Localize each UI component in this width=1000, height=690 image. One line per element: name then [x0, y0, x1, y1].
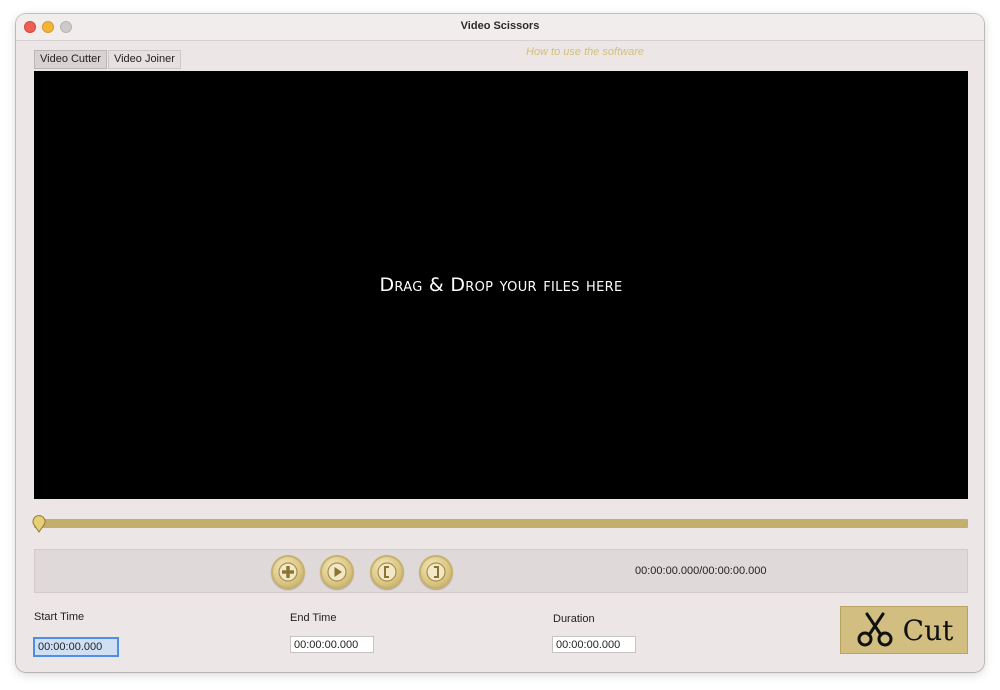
end-time-label: End Time: [290, 612, 337, 624]
play-button[interactable]: [320, 555, 354, 589]
help-link[interactable]: How to use the software: [526, 46, 644, 58]
set-end-button[interactable]: [419, 555, 453, 589]
drop-hint-text: Drag & Drop your files here: [379, 274, 623, 296]
cut-button-label: Cut: [902, 613, 954, 647]
left-bracket-icon: [377, 562, 397, 582]
scissors-icon: [857, 612, 893, 647]
title-bar[interactable]: Video Scissors: [16, 14, 984, 41]
start-time-label: Start Time: [34, 611, 85, 623]
play-icon: [327, 562, 347, 582]
plus-icon: [278, 562, 298, 582]
tab-video-joiner[interactable]: Video Joiner: [107, 50, 181, 69]
time-readout: 00:00:00.000/00:00:00.000: [635, 565, 767, 577]
video-drop-area[interactable]: Drag & Drop your files here: [34, 71, 968, 499]
window-title: Video Scissors: [460, 20, 540, 32]
playhead-handle[interactable]: [32, 515, 46, 533]
tab-bar: Video Cutter Video Joiner: [34, 50, 182, 69]
duration-input[interactable]: [552, 636, 636, 653]
set-start-button[interactable]: [370, 555, 404, 589]
app-window: Video Scissors Video Cutter Video Joiner…: [16, 14, 984, 672]
tab-video-cutter[interactable]: Video Cutter: [34, 50, 107, 69]
right-bracket-icon: [426, 562, 446, 582]
duration-label: Duration: [553, 613, 595, 625]
timeline-track[interactable]: [34, 519, 968, 528]
start-time-input[interactable]: [33, 637, 119, 657]
playback-controls-panel: 00:00:00.000/00:00:00.000: [34, 549, 968, 593]
cut-button[interactable]: Cut: [840, 606, 968, 654]
end-time-input[interactable]: [290, 636, 374, 653]
add-file-button[interactable]: [271, 555, 305, 589]
playhead-icon: [32, 515, 46, 533]
